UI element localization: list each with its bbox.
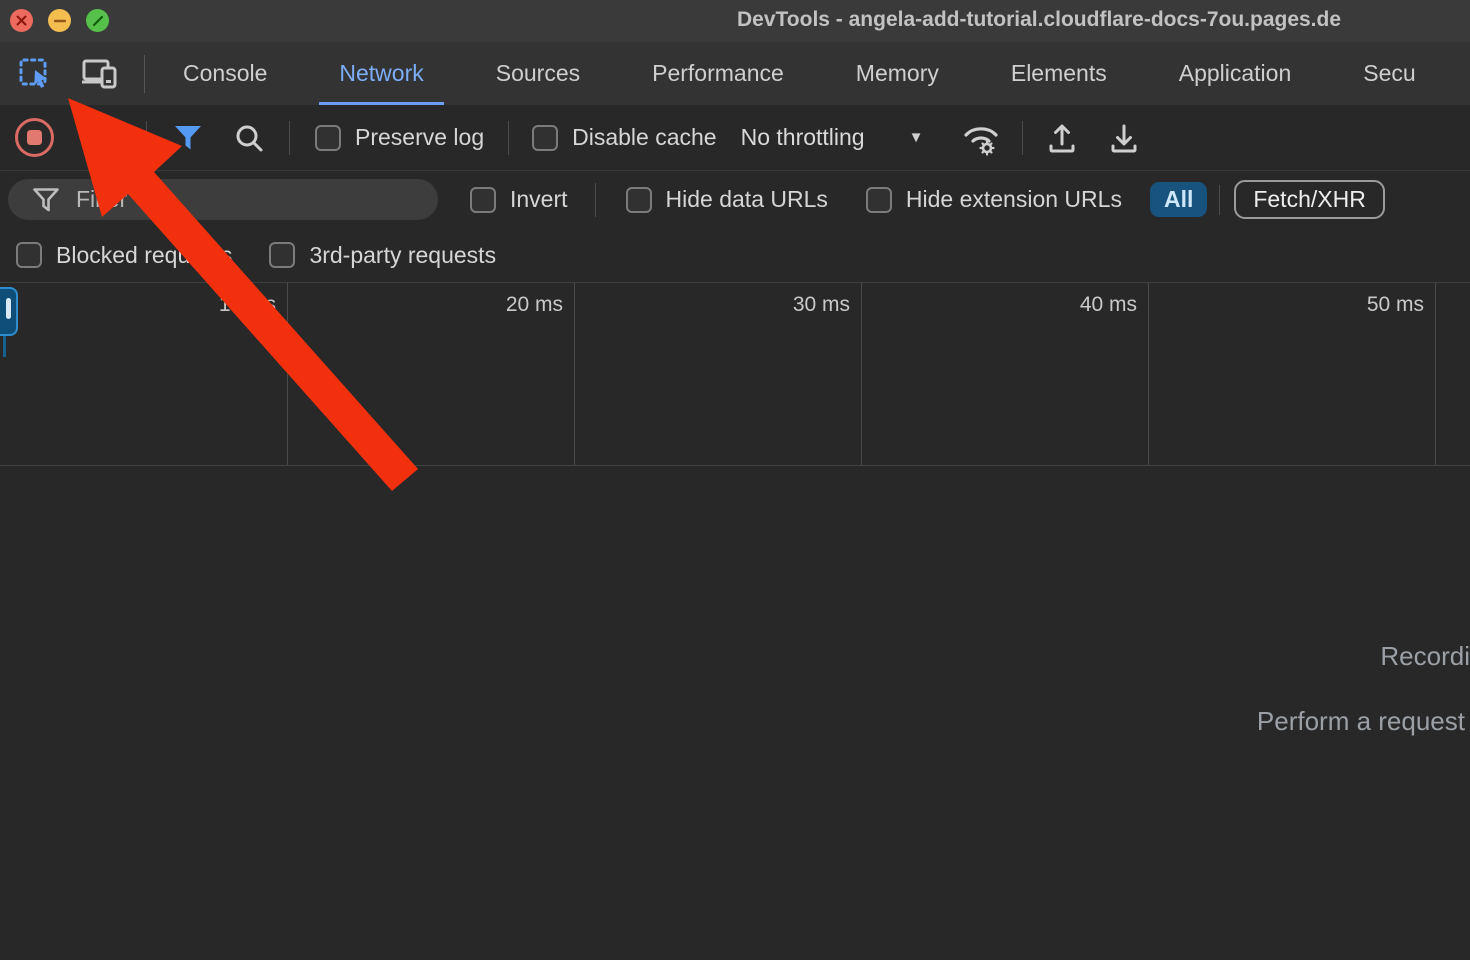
filter-chip-all[interactable]: All: [1150, 182, 1207, 217]
filter-toggle-button[interactable]: [173, 124, 203, 152]
zoom-icon: [92, 15, 104, 27]
export-har-icon: [1107, 121, 1141, 155]
filter-bar-divider: [1219, 185, 1220, 215]
blocked-requests-checkbox[interactable]: [16, 242, 42, 268]
toolbar-divider: [146, 121, 147, 155]
devtools-window: DevTools - angela-add-tutorial.cloudflar…: [0, 0, 1470, 960]
search-button[interactable]: [234, 123, 264, 153]
clear-network-log-button[interactable]: [87, 122, 119, 154]
import-har-button[interactable]: [1045, 121, 1079, 155]
tab-network[interactable]: Network: [303, 42, 459, 105]
window-titlebar: DevTools - angela-add-tutorial.cloudflar…: [0, 0, 1470, 42]
timeline-gridline: [1148, 283, 1149, 465]
panel-tabs: Console Network Sources Performance Memo…: [147, 42, 1452, 105]
timeline-gridline: [287, 283, 288, 465]
hide-data-urls-checkbox[interactable]: [626, 187, 652, 213]
funnel-filled-icon: [173, 124, 203, 152]
toolbar-divider: [1022, 121, 1023, 155]
close-window-button[interactable]: [10, 9, 33, 32]
network-filter-bar: Invert Hide data URLs Hide extension URL…: [0, 171, 1470, 228]
timeline-tick: 50 ms: [1367, 293, 1424, 317]
toolbar-divider: [289, 121, 290, 155]
overview-window-handle[interactable]: [0, 287, 18, 336]
invert-checkbox[interactable]: [470, 187, 496, 213]
preserve-log-label: Preserve log: [355, 124, 484, 151]
filter-input[interactable]: [74, 185, 408, 214]
minimize-window-button[interactable]: [48, 9, 71, 32]
timeline-tick: 30 ms: [793, 293, 850, 317]
timeline-tick: 10 ms: [219, 293, 276, 317]
blocked-requests-label: Blocked requests: [56, 242, 232, 269]
timeline-tick: 20 ms: [506, 293, 563, 317]
traffic-lights: [10, 9, 109, 32]
tab-performance[interactable]: Performance: [616, 42, 820, 105]
third-party-requests-label: 3rd-party requests: [309, 242, 496, 269]
filter-bar-divider: [595, 183, 596, 217]
record-stop-button[interactable]: [15, 118, 54, 157]
preserve-log-checkbox[interactable]: [315, 125, 341, 151]
inspect-cursor-icon: [17, 56, 53, 92]
overview-window-handle-line: [3, 336, 6, 357]
import-har-icon: [1045, 121, 1079, 155]
toolbar-divider: [508, 121, 509, 155]
invert-label: Invert: [510, 186, 568, 213]
minimize-icon: [54, 19, 66, 23]
disable-cache-checkbox[interactable]: [532, 125, 558, 151]
timeline-gridline: [1435, 283, 1436, 465]
hide-extension-urls-checkbox[interactable]: [866, 187, 892, 213]
hide-data-urls-label: Hide data URLs: [666, 186, 828, 213]
wifi-gear-icon: [960, 120, 1004, 156]
funnel-outline-icon: [32, 187, 60, 213]
tab-application[interactable]: Application: [1143, 42, 1328, 105]
inspect-element-button[interactable]: [16, 55, 54, 93]
timeline-tick: 40 ms: [1080, 293, 1137, 317]
tab-memory[interactable]: Memory: [820, 42, 975, 105]
device-toolbar-icon: [81, 56, 119, 92]
timeline-gridline: [574, 283, 575, 465]
filter-chip-fetch-xhr[interactable]: Fetch/XHR: [1234, 180, 1384, 219]
window-title: DevTools - angela-add-tutorial.cloudflar…: [737, 8, 1341, 32]
tab-console[interactable]: Console: [147, 42, 303, 105]
timeline-gridline: [861, 283, 862, 465]
network-toolbar: Preserve log Disable cache No throttling…: [0, 105, 1470, 171]
tab-sources[interactable]: Sources: [460, 42, 616, 105]
tab-elements[interactable]: Elements: [975, 42, 1143, 105]
throttling-select[interactable]: No throttling ▼: [741, 124, 924, 151]
tabbar-divider: [144, 55, 145, 93]
third-party-requests-checkbox[interactable]: [269, 242, 295, 268]
search-icon: [234, 123, 264, 153]
filter-input-container: [8, 179, 438, 220]
throttling-value: No throttling: [741, 124, 865, 151]
zoom-window-button[interactable]: [86, 9, 109, 32]
request-filters-row: Blocked requests 3rd-party requests: [0, 228, 1470, 282]
device-toolbar-button[interactable]: [80, 55, 120, 93]
devtools-tabbar: Console Network Sources Performance Memo…: [0, 42, 1470, 105]
chevron-down-icon: ▼: [909, 129, 924, 146]
export-har-button[interactable]: [1107, 121, 1141, 155]
empty-state-perform-request-text: Perform a request: [1257, 706, 1465, 737]
hide-extension-urls-label: Hide extension URLs: [906, 186, 1122, 213]
network-conditions-button[interactable]: [960, 120, 1004, 156]
tab-security[interactable]: Secu: [1327, 42, 1451, 105]
disable-cache-label: Disable cache: [572, 124, 716, 151]
empty-state-recording-text: Recordi: [1380, 641, 1470, 672]
network-overview-timeline[interactable]: 10 ms 20 ms 30 ms 40 ms 50 ms: [0, 282, 1470, 466]
close-icon: [16, 15, 27, 26]
